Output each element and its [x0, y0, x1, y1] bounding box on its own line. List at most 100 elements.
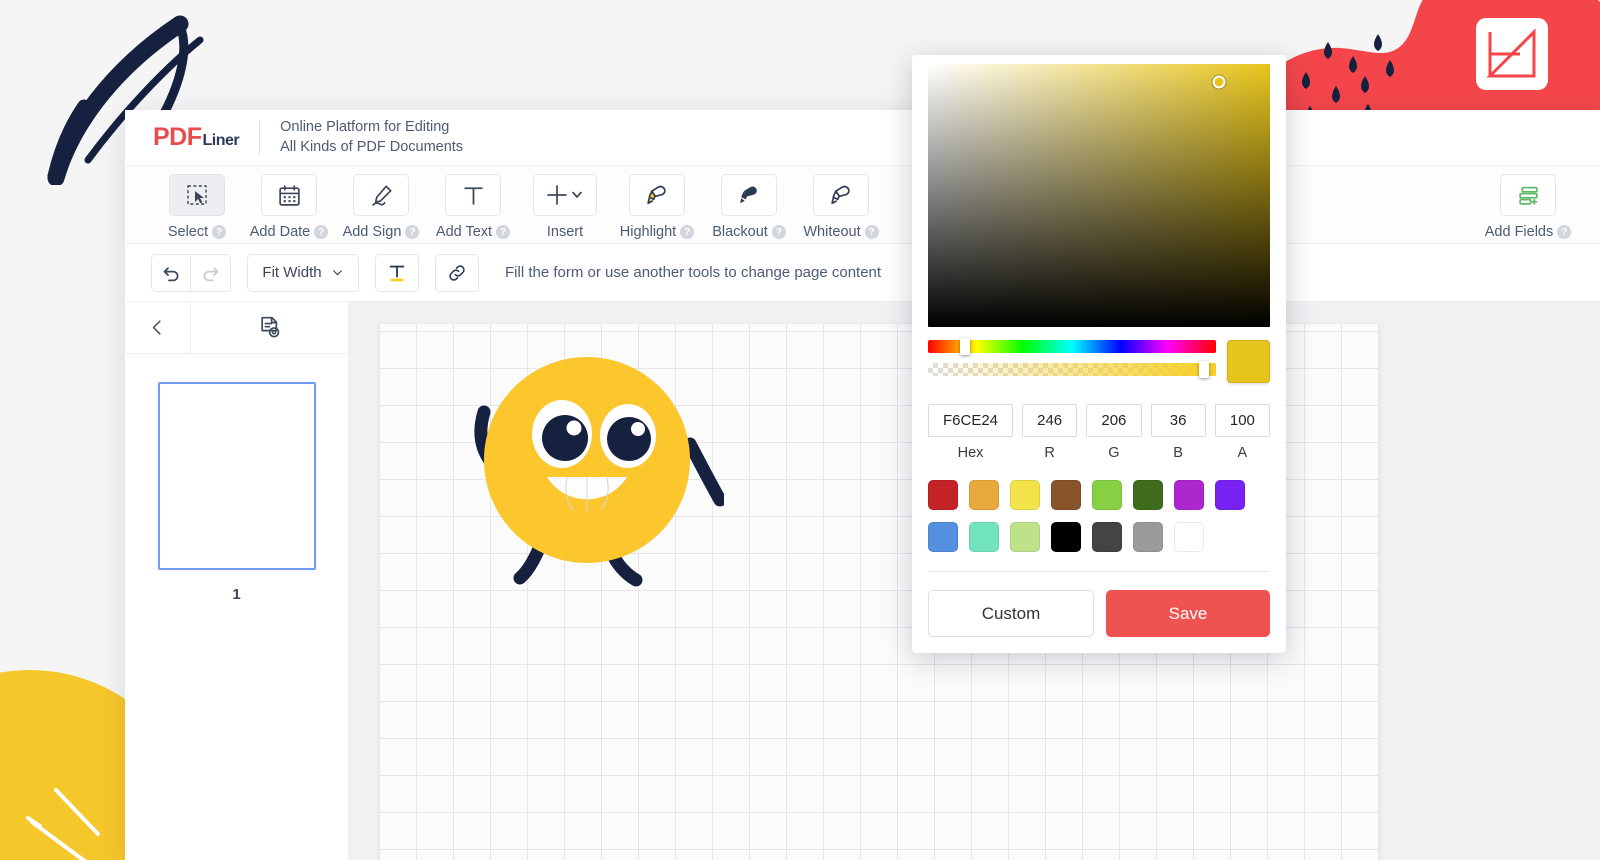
- slider-column: [928, 340, 1216, 376]
- help-icon[interactable]: ?: [772, 225, 786, 239]
- color-swatch[interactable]: [1174, 480, 1204, 510]
- blue-input[interactable]: [1151, 404, 1206, 437]
- hex-input[interactable]: [928, 404, 1013, 437]
- tool-blackout-label: Blackout ?: [712, 224, 786, 240]
- tool-label-text: Highlight: [620, 224, 676, 240]
- help-icon[interactable]: ?: [405, 225, 419, 239]
- alpha-field-label: A: [1238, 445, 1248, 461]
- calendar-icon: [277, 183, 302, 208]
- editor-hint-text: Fill the form or use another tools to ch…: [505, 264, 881, 281]
- green-input[interactable]: [1086, 404, 1141, 437]
- editor-window: PDF Liner Online Platform for Editing Al…: [125, 110, 1600, 860]
- swatch-row: [928, 480, 1270, 510]
- tool-insert[interactable]: Insert: [519, 174, 611, 240]
- color-swatch[interactable]: [1092, 480, 1122, 510]
- add-link-button[interactable]: [435, 254, 479, 292]
- undo-button[interactable]: [151, 254, 191, 292]
- help-icon[interactable]: ?: [865, 225, 879, 239]
- tool-whiteout[interactable]: Whiteout ?: [795, 174, 887, 240]
- color-swatch[interactable]: [1010, 522, 1040, 552]
- brand[interactable]: PDF Liner Online Platform for Editing Al…: [153, 118, 463, 156]
- help-icon[interactable]: ?: [1557, 225, 1571, 239]
- tool-add-sign[interactable]: Add Sign ?: [335, 174, 427, 240]
- tool-add-fields-label: Add Fields ?: [1485, 224, 1572, 240]
- color-swatch[interactable]: [928, 480, 958, 510]
- tool-select-label: Select ?: [168, 224, 226, 240]
- tool-add-date[interactable]: Add Date ?: [243, 174, 335, 240]
- help-icon[interactable]: ?: [314, 225, 328, 239]
- whiteout-brush-icon: [829, 183, 854, 208]
- sidebar-collapse-button[interactable]: [125, 302, 191, 353]
- tool-blackout-button[interactable]: [721, 174, 777, 216]
- add-fields-icon: [1516, 183, 1541, 208]
- main-toolbar: Select ? Add: [125, 166, 1600, 244]
- smiley-face-icon: [454, 334, 724, 594]
- redo-arrow-icon: [200, 262, 221, 283]
- alpha-input[interactable]: [1215, 404, 1270, 437]
- text-underline-icon: [386, 262, 408, 284]
- color-swatch[interactable]: [1010, 480, 1040, 510]
- blue-field: B: [1151, 404, 1206, 461]
- page-number-label: 1: [232, 586, 240, 603]
- chevron-down-icon: [331, 266, 344, 279]
- page-thumbnail[interactable]: [158, 382, 316, 570]
- red-input[interactable]: [1022, 404, 1077, 437]
- editor-body: 1: [125, 302, 1600, 860]
- alpha-slider[interactable]: [928, 363, 1216, 376]
- saturation-value-area[interactable]: [928, 64, 1270, 327]
- tool-label-text: Add Sign: [343, 224, 402, 240]
- color-swatch[interactable]: [1215, 480, 1245, 510]
- sidebar-header: [125, 302, 348, 354]
- color-swatch[interactable]: [928, 522, 958, 552]
- tool-add-text-button[interactable]: [445, 174, 501, 216]
- saturation-value-handle[interactable]: [1212, 76, 1225, 89]
- picker-actions: Custom Save: [928, 590, 1270, 637]
- color-swatch[interactable]: [969, 522, 999, 552]
- color-swatch[interactable]: [1174, 522, 1204, 552]
- tool-highlight-label: Highlight ?: [620, 224, 694, 240]
- color-picker-popover[interactable]: Hex R G B A Custom Save: [912, 55, 1286, 653]
- tool-whiteout-button[interactable]: [813, 174, 869, 216]
- help-icon[interactable]: ?: [496, 225, 510, 239]
- tool-add-fields-button[interactable]: [1500, 174, 1556, 216]
- tagline-line-1: Online Platform for Editing: [280, 118, 463, 137]
- brand-divider: [259, 121, 260, 155]
- custom-button[interactable]: Custom: [928, 590, 1094, 637]
- tool-blackout[interactable]: Blackout ?: [703, 174, 795, 240]
- color-swatch[interactable]: [969, 480, 999, 510]
- redo-button[interactable]: [191, 254, 231, 292]
- tool-highlight-button[interactable]: [629, 174, 685, 216]
- tool-highlight[interactable]: Highlight ?: [611, 174, 703, 240]
- plus-chevron-icon: [544, 184, 586, 206]
- tool-add-fields[interactable]: Add Fields ?: [1482, 174, 1574, 240]
- highlight-brush-icon: [645, 183, 670, 208]
- color-swatch[interactable]: [1092, 522, 1122, 552]
- color-swatch[interactable]: [1133, 522, 1163, 552]
- tool-insert-button[interactable]: [533, 174, 597, 216]
- alpha-slider-handle[interactable]: [1199, 361, 1209, 378]
- tool-add-sign-button[interactable]: [353, 174, 409, 216]
- link-chain-icon: [447, 263, 467, 283]
- hue-slider[interactable]: [928, 340, 1216, 353]
- color-swatch[interactable]: [1051, 480, 1081, 510]
- red-field-label: R: [1044, 445, 1054, 461]
- zoom-level-select[interactable]: Fit Width: [247, 254, 359, 292]
- tool-add-date-button[interactable]: [261, 174, 317, 216]
- hue-slider-handle[interactable]: [960, 338, 970, 355]
- tool-label-text: Add Text: [436, 224, 492, 240]
- tool-select[interactable]: Select ?: [151, 174, 243, 240]
- smiley-emoji-graphic[interactable]: [454, 334, 724, 599]
- color-swatch[interactable]: [1051, 522, 1081, 552]
- tagline-line-2: All Kinds of PDF Documents: [280, 138, 463, 157]
- tool-select-button[interactable]: [169, 174, 225, 216]
- select-cursor-icon: [185, 183, 209, 207]
- help-icon[interactable]: ?: [212, 225, 226, 239]
- save-button[interactable]: Save: [1106, 590, 1270, 637]
- sidebar-tab-page-settings[interactable]: [191, 302, 348, 353]
- help-icon[interactable]: ?: [680, 225, 694, 239]
- tool-label-text: Add Date: [250, 224, 310, 240]
- text-highlight-color-button[interactable]: [375, 254, 419, 292]
- tool-label-text: Insert: [547, 224, 583, 240]
- tool-add-text[interactable]: Add Text ?: [427, 174, 519, 240]
- color-swatch[interactable]: [1133, 480, 1163, 510]
